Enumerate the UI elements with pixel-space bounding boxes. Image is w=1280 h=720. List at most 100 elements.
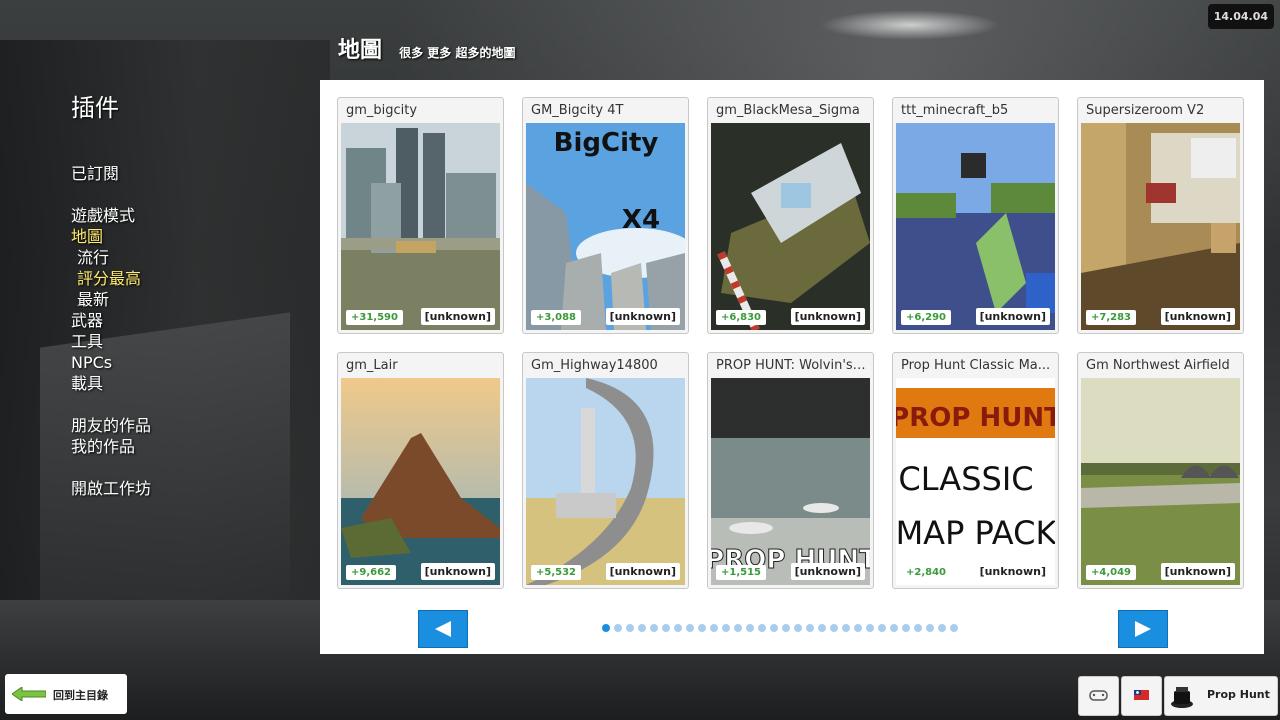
games-button[interactable]: [1078, 676, 1119, 716]
page-title: 地圖: [338, 38, 383, 63]
pagination-dot[interactable]: [734, 624, 742, 632]
sidebar-item-subscribed[interactable]: 已訂閱: [71, 163, 151, 184]
addon-art-text: BigCity: [554, 128, 659, 158]
language-button[interactable]: [1121, 676, 1162, 716]
addon-card[interactable]: Gm Northwest Airfield +4,049 [unknown]: [1077, 352, 1244, 589]
addon-card[interactable]: Supersizeroom V2 +7,283 [unknown]: [1077, 97, 1244, 334]
pagination-dot[interactable]: [698, 624, 706, 632]
addon-tag: [unknown]: [790, 308, 865, 325]
pagination-dot[interactable]: [758, 624, 766, 632]
pagination-dot[interactable]: [950, 624, 958, 632]
back-to-main-menu-button[interactable]: 回到主目錄: [5, 674, 127, 714]
addon-votes: +5,532: [531, 565, 582, 580]
addon-title: gm_Lair: [346, 358, 398, 373]
addon-card[interactable]: Gm_Highway14800 +5,532 [unknown]: [522, 352, 689, 589]
sidebar-item-my-works[interactable]: 我的作品: [71, 436, 151, 457]
addon-tag: [unknown]: [1160, 308, 1235, 325]
pagination-dot[interactable]: [662, 624, 670, 632]
addon-votes: +2,840: [901, 565, 952, 580]
pagination-dot[interactable]: [902, 624, 910, 632]
sidebar-subitem-popular[interactable]: 流行: [71, 247, 151, 268]
addon-title: gm_BlackMesa_Sigma: [716, 103, 860, 118]
addon-thumbnail: +4,049 [unknown]: [1081, 378, 1240, 585]
addon-card[interactable]: gm_bigcity +31,590 [unknown]: [337, 97, 504, 334]
pagination-dot[interactable]: [674, 624, 682, 632]
pagination-dot[interactable]: [926, 624, 934, 632]
addon-card[interactable]: GM_Bigcity 4T BigCity X4 +3,088 [unknown…: [522, 97, 689, 334]
sidebar-item-weapons[interactable]: 武器: [71, 310, 151, 331]
addon-votes: +6,290: [901, 310, 952, 325]
sidebar-item-gamemodes[interactable]: 遊戲模式: [71, 205, 151, 226]
addon-votes: +4,049: [1086, 565, 1137, 580]
pagination-dot[interactable]: [938, 624, 946, 632]
addon-art-text: MAP PACK: [896, 514, 1055, 552]
arrow-right-icon: [1135, 621, 1151, 637]
pagination-dot[interactable]: [770, 624, 778, 632]
addon-card[interactable]: Prop Hunt Classic Ma... PROP HUNT CLASSI…: [892, 352, 1059, 589]
pagination-dot[interactable]: [626, 624, 634, 632]
addon-title: GM_Bigcity 4T: [531, 103, 624, 118]
prev-page-button[interactable]: [418, 610, 468, 648]
addon-thumbnail: +31,590 [unknown]: [341, 123, 500, 330]
pagination-dot[interactable]: [878, 624, 886, 632]
addon-votes: +1,515: [716, 565, 767, 580]
pagination-dot[interactable]: [686, 624, 694, 632]
sidebar-item-tools[interactable]: 工具: [71, 331, 151, 352]
sidebar-subitem-latest[interactable]: 最新: [71, 289, 151, 310]
pagination-dot[interactable]: [782, 624, 790, 632]
gamemode-button[interactable]: Prop Hunt: [1164, 676, 1278, 716]
addon-card[interactable]: gm_BlackMesa_Sigma +6,830 [unknown]: [707, 97, 874, 334]
addon-card[interactable]: ttt_minecraft_b5 +6,290 [unknown]: [892, 97, 1059, 334]
addon-thumbnail: +6,830 [unknown]: [711, 123, 870, 330]
addon-tag: [unknown]: [420, 563, 495, 580]
addon-thumbnail: +7,283 [unknown]: [1081, 123, 1240, 330]
sidebar: 插件 已訂閱 遊戲模式 地圖 流行 評分最高 最新 武器 工具 NPCs 載具 …: [71, 88, 151, 499]
addon-art-text: X4: [622, 205, 660, 235]
pagination-dot[interactable]: [638, 624, 646, 632]
next-page-button[interactable]: [1118, 610, 1168, 648]
addon-tag: [unknown]: [1160, 563, 1235, 580]
sidebar-item-vehicles[interactable]: 載具: [71, 373, 151, 394]
addon-thumbnail: BigCity X4 +3,088 [unknown]: [526, 123, 685, 330]
pagination-dot[interactable]: [806, 624, 814, 632]
pagination-dot[interactable]: [830, 624, 838, 632]
sidebar-subitem-top-rated[interactable]: 評分最高: [71, 268, 151, 289]
addon-title: ttt_minecraft_b5: [901, 103, 1009, 118]
sidebar-item-friends-works[interactable]: 朋友的作品: [71, 415, 151, 436]
pagination-dot[interactable]: [710, 624, 718, 632]
pagination-dot[interactable]: [818, 624, 826, 632]
pagination-dot[interactable]: [746, 624, 754, 632]
arrow-left-icon: [435, 621, 451, 637]
pagination-dot[interactable]: [614, 624, 622, 632]
pagination-dot[interactable]: [854, 624, 862, 632]
addon-title: Supersizeroom V2: [1086, 103, 1205, 118]
pagination-dot[interactable]: [722, 624, 730, 632]
addon-art-text: PROP HUNT: [896, 403, 1055, 433]
clock: 14.04.04: [1207, 4, 1274, 29]
addon-thumbnail: +9,662 [unknown]: [341, 378, 500, 585]
addon-tag: [unknown]: [790, 563, 865, 580]
taiwan-flag-icon: [1134, 690, 1149, 700]
sidebar-item-maps[interactable]: 地圖: [71, 226, 151, 247]
addon-title: gm_bigcity: [346, 103, 418, 118]
gamemode-icon: [1171, 687, 1193, 708]
addon-card[interactable]: PROP HUNT: Wolvin's ... PROP HUNT +1,515…: [707, 352, 874, 589]
addon-tag: [unknown]: [420, 308, 495, 325]
pagination-dot[interactable]: [914, 624, 922, 632]
pagination-dot[interactable]: [866, 624, 874, 632]
pagination-dot[interactable]: [602, 624, 610, 632]
sidebar-item-open-workshop[interactable]: 開啟工作坊: [71, 478, 151, 499]
page-header: 地圖 很多 更多 超多的地圖: [338, 32, 515, 64]
pagination-dot[interactable]: [842, 624, 850, 632]
addon-thumbnail: PROP HUNT CLASSIC MAP PACK +2,840 [unkno…: [896, 378, 1055, 585]
page-subtitle: 很多 更多 超多的地圖: [399, 46, 516, 60]
addon-votes: +3,088: [531, 310, 582, 325]
pagination-dot[interactable]: [794, 624, 802, 632]
addon-tag: [unknown]: [975, 563, 1050, 580]
addon-thumbnail: +5,532 [unknown]: [526, 378, 685, 585]
pagination-dot[interactable]: [890, 624, 898, 632]
pagination-dot[interactable]: [650, 624, 658, 632]
addon-card[interactable]: gm_Lair +9,662 [unknown]: [337, 352, 504, 589]
sidebar-item-npcs[interactable]: NPCs: [71, 352, 151, 373]
back-arrow-icon: [12, 687, 46, 701]
